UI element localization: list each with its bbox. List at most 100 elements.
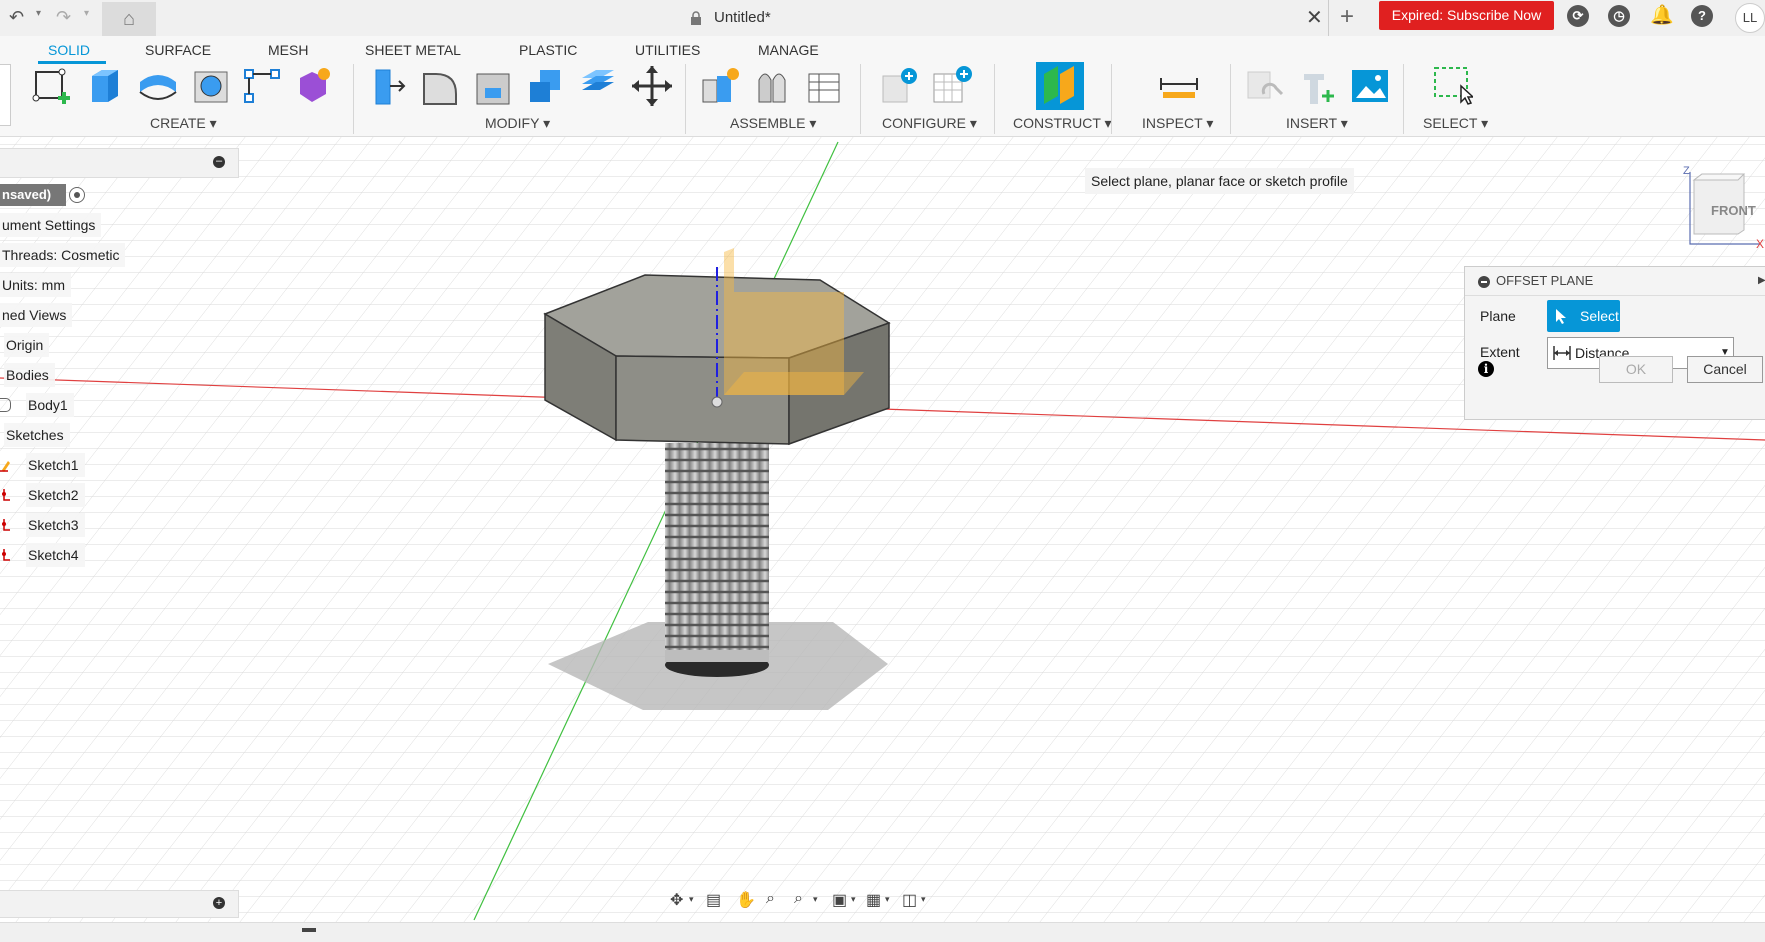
insert-derive-icon[interactable]: [1244, 64, 1288, 108]
tab-mesh[interactable]: MESH: [268, 42, 308, 58]
extensions-icon[interactable]: ⟳: [1567, 5, 1589, 27]
assemble-group-menu[interactable]: ASSEMBLE ▾: [730, 115, 816, 132]
browser-item-bodies[interactable]: Bodies: [4, 363, 55, 387]
shell-icon[interactable]: [471, 64, 515, 108]
joint-icon[interactable]: [751, 64, 795, 108]
active-document-radio-icon[interactable]: [69, 187, 85, 203]
construct-plane-icon[interactable]: [1036, 62, 1084, 110]
zoom-window-icon[interactable]: ⌕: [794, 890, 803, 908]
create-sketch-icon[interactable]: [30, 64, 74, 108]
tab-plastic[interactable]: PLASTIC: [519, 42, 577, 58]
undo-dropdown-icon[interactable]: ▾: [36, 8, 41, 19]
configure-design-icon[interactable]: [877, 64, 921, 108]
dialog-header: OFFSET PLANE ▶: [1465, 267, 1765, 296]
measure-icon[interactable]: [1157, 64, 1201, 108]
browser-item-sketch3[interactable]: Sketch3: [26, 513, 85, 537]
browser-item-sketch4[interactable]: Sketch4: [26, 543, 85, 567]
browser-item-threads[interactable]: Threads: Cosmetic: [0, 243, 126, 267]
form-icon[interactable]: [292, 64, 336, 108]
window-select-icon[interactable]: [1429, 64, 1473, 108]
new-tab-plus-icon[interactable]: +: [1340, 3, 1354, 31]
select-group-menu[interactable]: SELECT ▾: [1423, 115, 1488, 132]
browser-item-sketch1[interactable]: Sketch1: [26, 453, 85, 477]
job-status-icon[interactable]: ◷: [1608, 5, 1630, 27]
notifications-bell-icon[interactable]: 🔔: [1650, 5, 1674, 27]
bill-of-materials-icon[interactable]: [803, 64, 847, 108]
view-cube-front-label[interactable]: FRONT: [1711, 203, 1756, 218]
extent-label: Extent: [1480, 344, 1520, 360]
origin-point[interactable]: [711, 396, 723, 408]
modify-group-menu[interactable]: MODIFY ▾: [485, 115, 550, 132]
sketch-icon: [2, 489, 10, 501]
construct-group-menu[interactable]: CONSTRUCT ▾: [1013, 115, 1112, 132]
browser-item-origin[interactable]: Origin: [4, 333, 50, 357]
display-dropdown-icon[interactable]: ▾: [851, 894, 856, 905]
browser-item-document-settings[interactable]: ument Settings: [0, 213, 102, 237]
browser-collapse-icon[interactable]: –: [213, 156, 225, 168]
grid-dropdown-icon[interactable]: ▾: [885, 894, 890, 905]
zoom-icon[interactable]: ⌕: [766, 890, 775, 908]
insert-group-menu[interactable]: INSERT ▾: [1286, 115, 1348, 132]
combine-icon[interactable]: [524, 64, 568, 108]
display-settings-icon[interactable]: ▣: [832, 890, 847, 910]
insert-mcmaster-icon[interactable]: [1296, 64, 1340, 108]
redo-icon[interactable]: ↷: [56, 7, 71, 27]
fillet-icon[interactable]: [418, 64, 462, 108]
configure-group-menu[interactable]: CONFIGURE ▾: [882, 115, 977, 132]
grid-settings-icon[interactable]: ▦: [866, 890, 881, 910]
group-separator: [1111, 64, 1112, 134]
split-face-icon[interactable]: [576, 64, 620, 108]
cancel-button[interactable]: Cancel: [1687, 356, 1763, 383]
browser-item-named-views[interactable]: ned Views: [0, 303, 73, 327]
expired-subscribe-button[interactable]: Expired: Subscribe Now: [1379, 1, 1554, 30]
browser-item-sketches[interactable]: Sketches: [4, 423, 70, 447]
redo-dropdown-icon[interactable]: ▾: [84, 8, 89, 19]
rectangular-pattern-icon[interactable]: [241, 64, 285, 108]
document-title: Untitled*: [714, 9, 771, 26]
configuration-table-icon[interactable]: [930, 64, 974, 108]
bolt-thread-shank[interactable]: [665, 443, 769, 655]
sweep-icon[interactable]: [189, 64, 233, 108]
tab-utilities[interactable]: UTILITIES: [635, 42, 700, 58]
viewports-dropdown-icon[interactable]: ▾: [921, 894, 926, 905]
plane-select-button[interactable]: Select: [1547, 300, 1620, 332]
browser-item-units[interactable]: Units: mm: [0, 273, 71, 297]
viewports-icon[interactable]: ◫: [902, 890, 917, 910]
ok-button[interactable]: OK: [1599, 356, 1673, 383]
comments-add-icon[interactable]: +: [213, 897, 225, 909]
user-avatar[interactable]: LL: [1735, 3, 1765, 33]
insert-canvas-icon[interactable]: [1348, 64, 1392, 108]
view-cube-x-label: X: [1756, 237, 1764, 248]
view-cube[interactable]: FRONT Z X: [1678, 160, 1765, 248]
browser-document-node[interactable]: nsaved): [0, 184, 66, 206]
press-pull-icon[interactable]: [366, 64, 410, 108]
orbit-icon[interactable]: ✥: [670, 890, 683, 910]
model-canvas[interactable]: [0, 137, 1765, 922]
browser-item-sketch2[interactable]: Sketch2: [26, 483, 85, 507]
tab-sheet-metal[interactable]: SHEET METAL: [365, 42, 461, 58]
close-document-icon[interactable]: ✕: [1306, 5, 1323, 30]
extrude-icon[interactable]: [82, 64, 126, 108]
body-visibility-icon[interactable]: [0, 398, 11, 412]
new-component-icon[interactable]: [699, 64, 743, 108]
canvas-viewport[interactable]: FRONT Z X: [0, 137, 1765, 922]
dialog-expand-icon[interactable]: ▶: [1758, 267, 1765, 295]
home-icon[interactable]: ⌂: [102, 2, 156, 36]
browser-item-body1[interactable]: Body1: [26, 393, 74, 417]
zoom-dropdown-icon[interactable]: ▾: [813, 894, 818, 905]
look-at-icon[interactable]: ▤: [706, 890, 721, 910]
move-copy-icon[interactable]: [630, 64, 674, 108]
tab-manage[interactable]: MANAGE: [758, 42, 819, 58]
help-icon[interactable]: ?: [1691, 5, 1713, 27]
tab-surface[interactable]: SURFACE: [145, 42, 211, 58]
lock-icon: [691, 11, 701, 25]
inspect-group-menu[interactable]: INSPECT ▾: [1142, 115, 1213, 132]
revolve-icon[interactable]: [136, 64, 180, 108]
create-group-menu[interactable]: CREATE ▾: [150, 115, 217, 132]
info-icon[interactable]: i: [1478, 361, 1494, 377]
orbit-dropdown-icon[interactable]: ▾: [689, 894, 694, 905]
dialog-minimize-icon[interactable]: [1478, 276, 1490, 288]
tab-solid[interactable]: SOLID: [48, 42, 90, 58]
pan-hand-icon[interactable]: ✋: [736, 890, 756, 910]
undo-icon[interactable]: ↶: [9, 7, 24, 27]
